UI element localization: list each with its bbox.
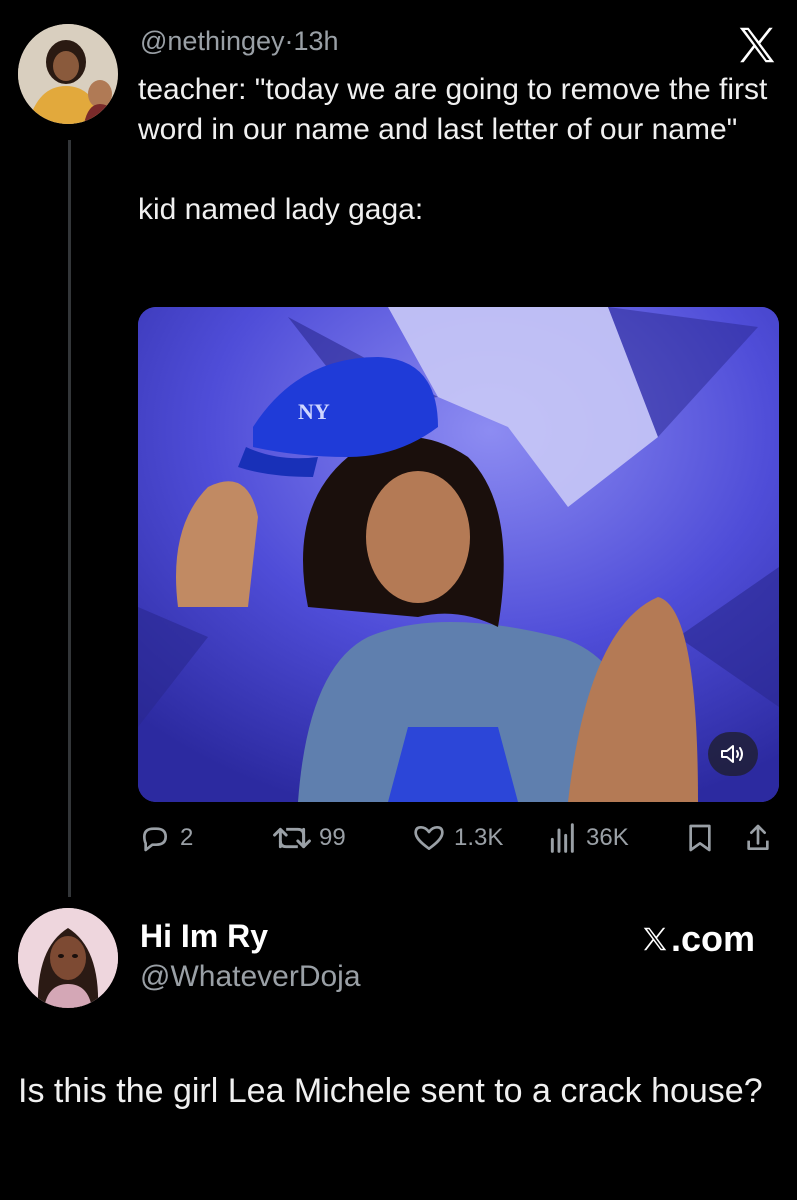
reply-author-handle[interactable]: @WhateverDoja (140, 960, 361, 994)
like-count: 1.3K (454, 824, 504, 851)
share-icon (747, 824, 769, 850)
views-button[interactable]: 36K (548, 816, 629, 860)
x-logo-icon[interactable] (734, 22, 780, 68)
reply-button[interactable]: 2 (138, 816, 193, 860)
reply-author-name[interactable]: Hi Im Ry (140, 918, 268, 955)
x-logo-icon (643, 927, 667, 951)
tweet-time[interactable]: 13h (294, 26, 339, 56)
tweet-text: teacher: "today we are going to remove t… (138, 73, 768, 226)
bookmark-button[interactable] (686, 816, 714, 860)
share-button[interactable] (744, 816, 772, 860)
mute-button[interactable] (708, 732, 758, 776)
x-com-watermark: .com (640, 918, 755, 960)
reply-avatar[interactable] (18, 908, 118, 1008)
reply-icon (143, 827, 167, 852)
reply-text: Is this the girl Lea Michele sent to a c… (18, 1072, 763, 1110)
tweet-video[interactable]: NY (138, 307, 779, 802)
mute-icon (721, 745, 743, 763)
like-button[interactable]: 1.3K (412, 816, 503, 860)
svg-text:NY: NY (298, 399, 330, 424)
author-handle[interactable]: @nethingey (140, 26, 285, 56)
author-handle-time[interactable]: @nethingey·13h (140, 26, 339, 57)
reply-count: 2 (180, 824, 194, 851)
retweet-icon (273, 827, 311, 849)
retweet-count: 99 (319, 824, 346, 851)
author-avatar[interactable] (18, 24, 118, 124)
thread-line (68, 140, 71, 897)
bookmark-icon (689, 824, 711, 852)
views-count: 36K (586, 824, 629, 851)
like-icon (414, 826, 444, 850)
tweet-actions: 2 99 1.3K 36K (138, 816, 783, 860)
views-icon (550, 823, 574, 853)
x-com-text: .com (671, 918, 756, 959)
separator-dot: · (284, 26, 294, 56)
retweet-button[interactable]: 99 (273, 816, 346, 860)
